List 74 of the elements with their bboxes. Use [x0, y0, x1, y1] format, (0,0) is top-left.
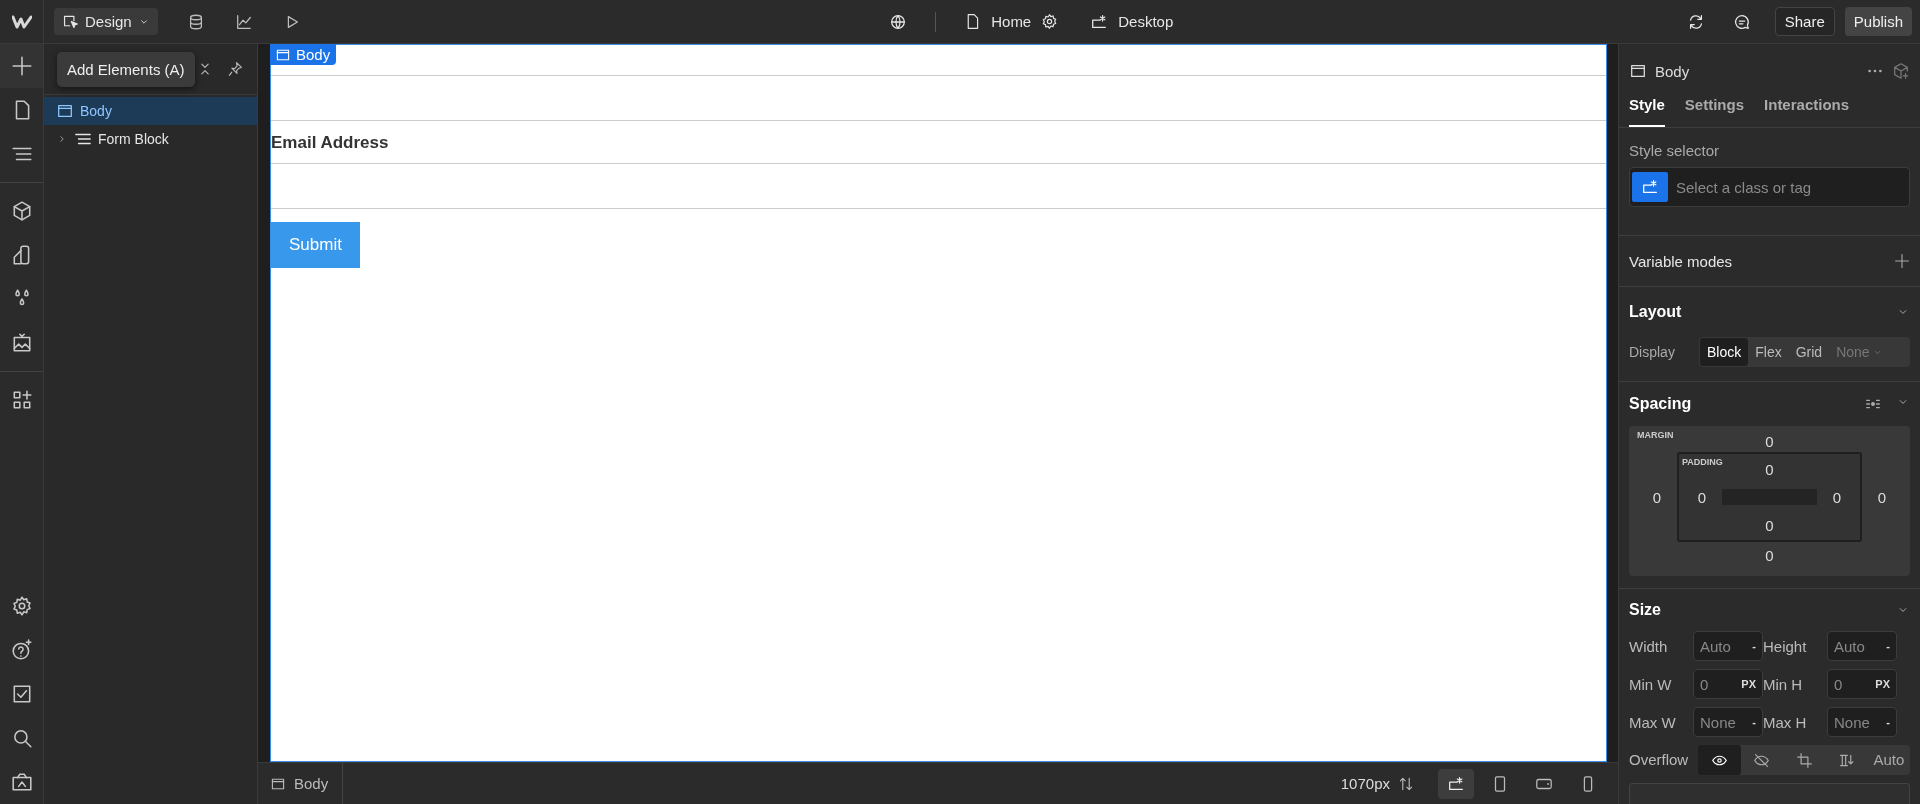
display-option[interactable]: Grid	[1788, 338, 1830, 366]
breakpoint-icon	[1090, 12, 1109, 31]
field-label: Width	[1629, 637, 1669, 655]
settings-icon[interactable]	[1041, 13, 1059, 30]
add-icon[interactable]	[1894, 253, 1910, 269]
size-field[interactable]: None -	[1827, 707, 1897, 737]
element-tag: Body	[270, 44, 337, 65]
field-label: Overflow	[1629, 750, 1689, 770]
section-title: Size	[1629, 601, 1661, 619]
panel-tab[interactable]: Style	[1629, 84, 1665, 127]
section-label: Variable modes	[1629, 252, 1733, 270]
breadcrumb[interactable]: Body	[270, 763, 344, 804]
window-icon	[1629, 62, 1647, 80]
field-label: Min H	[1763, 675, 1804, 693]
panel-tab[interactable]: Settings	[1684, 84, 1745, 127]
overflow-option[interactable]	[1698, 745, 1741, 775]
margin-value[interactable]: 0	[1765, 432, 1774, 450]
field-label: Max W	[1629, 713, 1677, 731]
size-field[interactable]: 0 PX	[1827, 669, 1897, 699]
globe-icon[interactable]	[889, 12, 908, 31]
text-input-field[interactable]	[271, 163, 1606, 209]
breakpoint-selector[interactable]: Desktop	[1118, 13, 1174, 30]
resize-icon[interactable]	[1398, 775, 1414, 792]
box-label: PADDING	[1682, 457, 1723, 467]
display-option[interactable]: Block	[1700, 338, 1749, 366]
comment-icon[interactable]	[1732, 12, 1751, 31]
desktop-icon	[1447, 774, 1465, 793]
field-label: Min W	[1629, 675, 1673, 693]
window-icon	[56, 102, 74, 120]
margin-value[interactable]: 0	[1877, 488, 1887, 506]
text-input-field[interactable]	[271, 75, 1606, 121]
field-label: Max H	[1763, 713, 1808, 731]
field-label: Display	[1629, 344, 1676, 360]
size-field[interactable]: Auto -	[1693, 631, 1763, 661]
style-selector-field[interactable]: Select a class or tag	[1629, 167, 1910, 207]
margin-value[interactable]: 0	[1765, 546, 1774, 564]
canvas-width: 1070px	[1340, 775, 1390, 792]
settings-icon[interactable]	[10, 595, 33, 617]
crop-icon	[1795, 751, 1813, 769]
breakpoint-icon	[1641, 178, 1659, 196]
navigator-item[interactable]: Form Block	[44, 125, 257, 153]
display-option[interactable]: Flex	[1748, 338, 1789, 366]
cursor-box-icon	[62, 13, 79, 30]
breakpoint-button[interactable]	[1438, 768, 1474, 799]
field-label: Email Address	[271, 132, 390, 154]
padding-value[interactable]: 0	[1697, 488, 1707, 506]
publish-button[interactable]: Publish	[1844, 7, 1912, 36]
tooltip: Add Elements (A)	[57, 52, 195, 87]
add-icon[interactable]	[10, 55, 33, 77]
element-name: Body	[1655, 62, 1690, 80]
help-icon[interactable]	[10, 639, 33, 661]
navigator-item[interactable]: Body	[44, 97, 257, 125]
pin-icon[interactable]	[227, 61, 243, 77]
size-field[interactable]: Auto -	[1827, 631, 1897, 661]
section-title: Layout	[1629, 303, 1682, 321]
mode-dropdown[interactable]: Design	[54, 8, 158, 35]
padding-value[interactable]: 0	[1765, 460, 1774, 478]
padding-value[interactable]: 0	[1765, 516, 1774, 534]
page-selector[interactable]: Home	[991, 13, 1032, 30]
section-title: Spacing	[1629, 395, 1692, 413]
panel-tab[interactable]: Interactions	[1764, 84, 1850, 127]
size-field[interactable]: 0 PX	[1693, 669, 1763, 699]
component-icon[interactable]	[1892, 62, 1910, 80]
size-field[interactable]: None -	[1693, 707, 1763, 737]
margin-value[interactable]: 0	[1652, 488, 1662, 506]
share-button[interactable]: Share	[1774, 7, 1835, 36]
section-label: Style selector	[1629, 141, 1721, 161]
field-label: Height	[1763, 637, 1808, 655]
padding-value[interactable]: 0	[1832, 488, 1842, 506]
chart-icon[interactable]	[234, 12, 253, 31]
image-icon[interactable]	[10, 332, 33, 354]
eye-slash-icon	[1753, 751, 1771, 769]
box-label: MARGIN	[1637, 430, 1674, 440]
camera-icon[interactable]	[10, 771, 33, 793]
